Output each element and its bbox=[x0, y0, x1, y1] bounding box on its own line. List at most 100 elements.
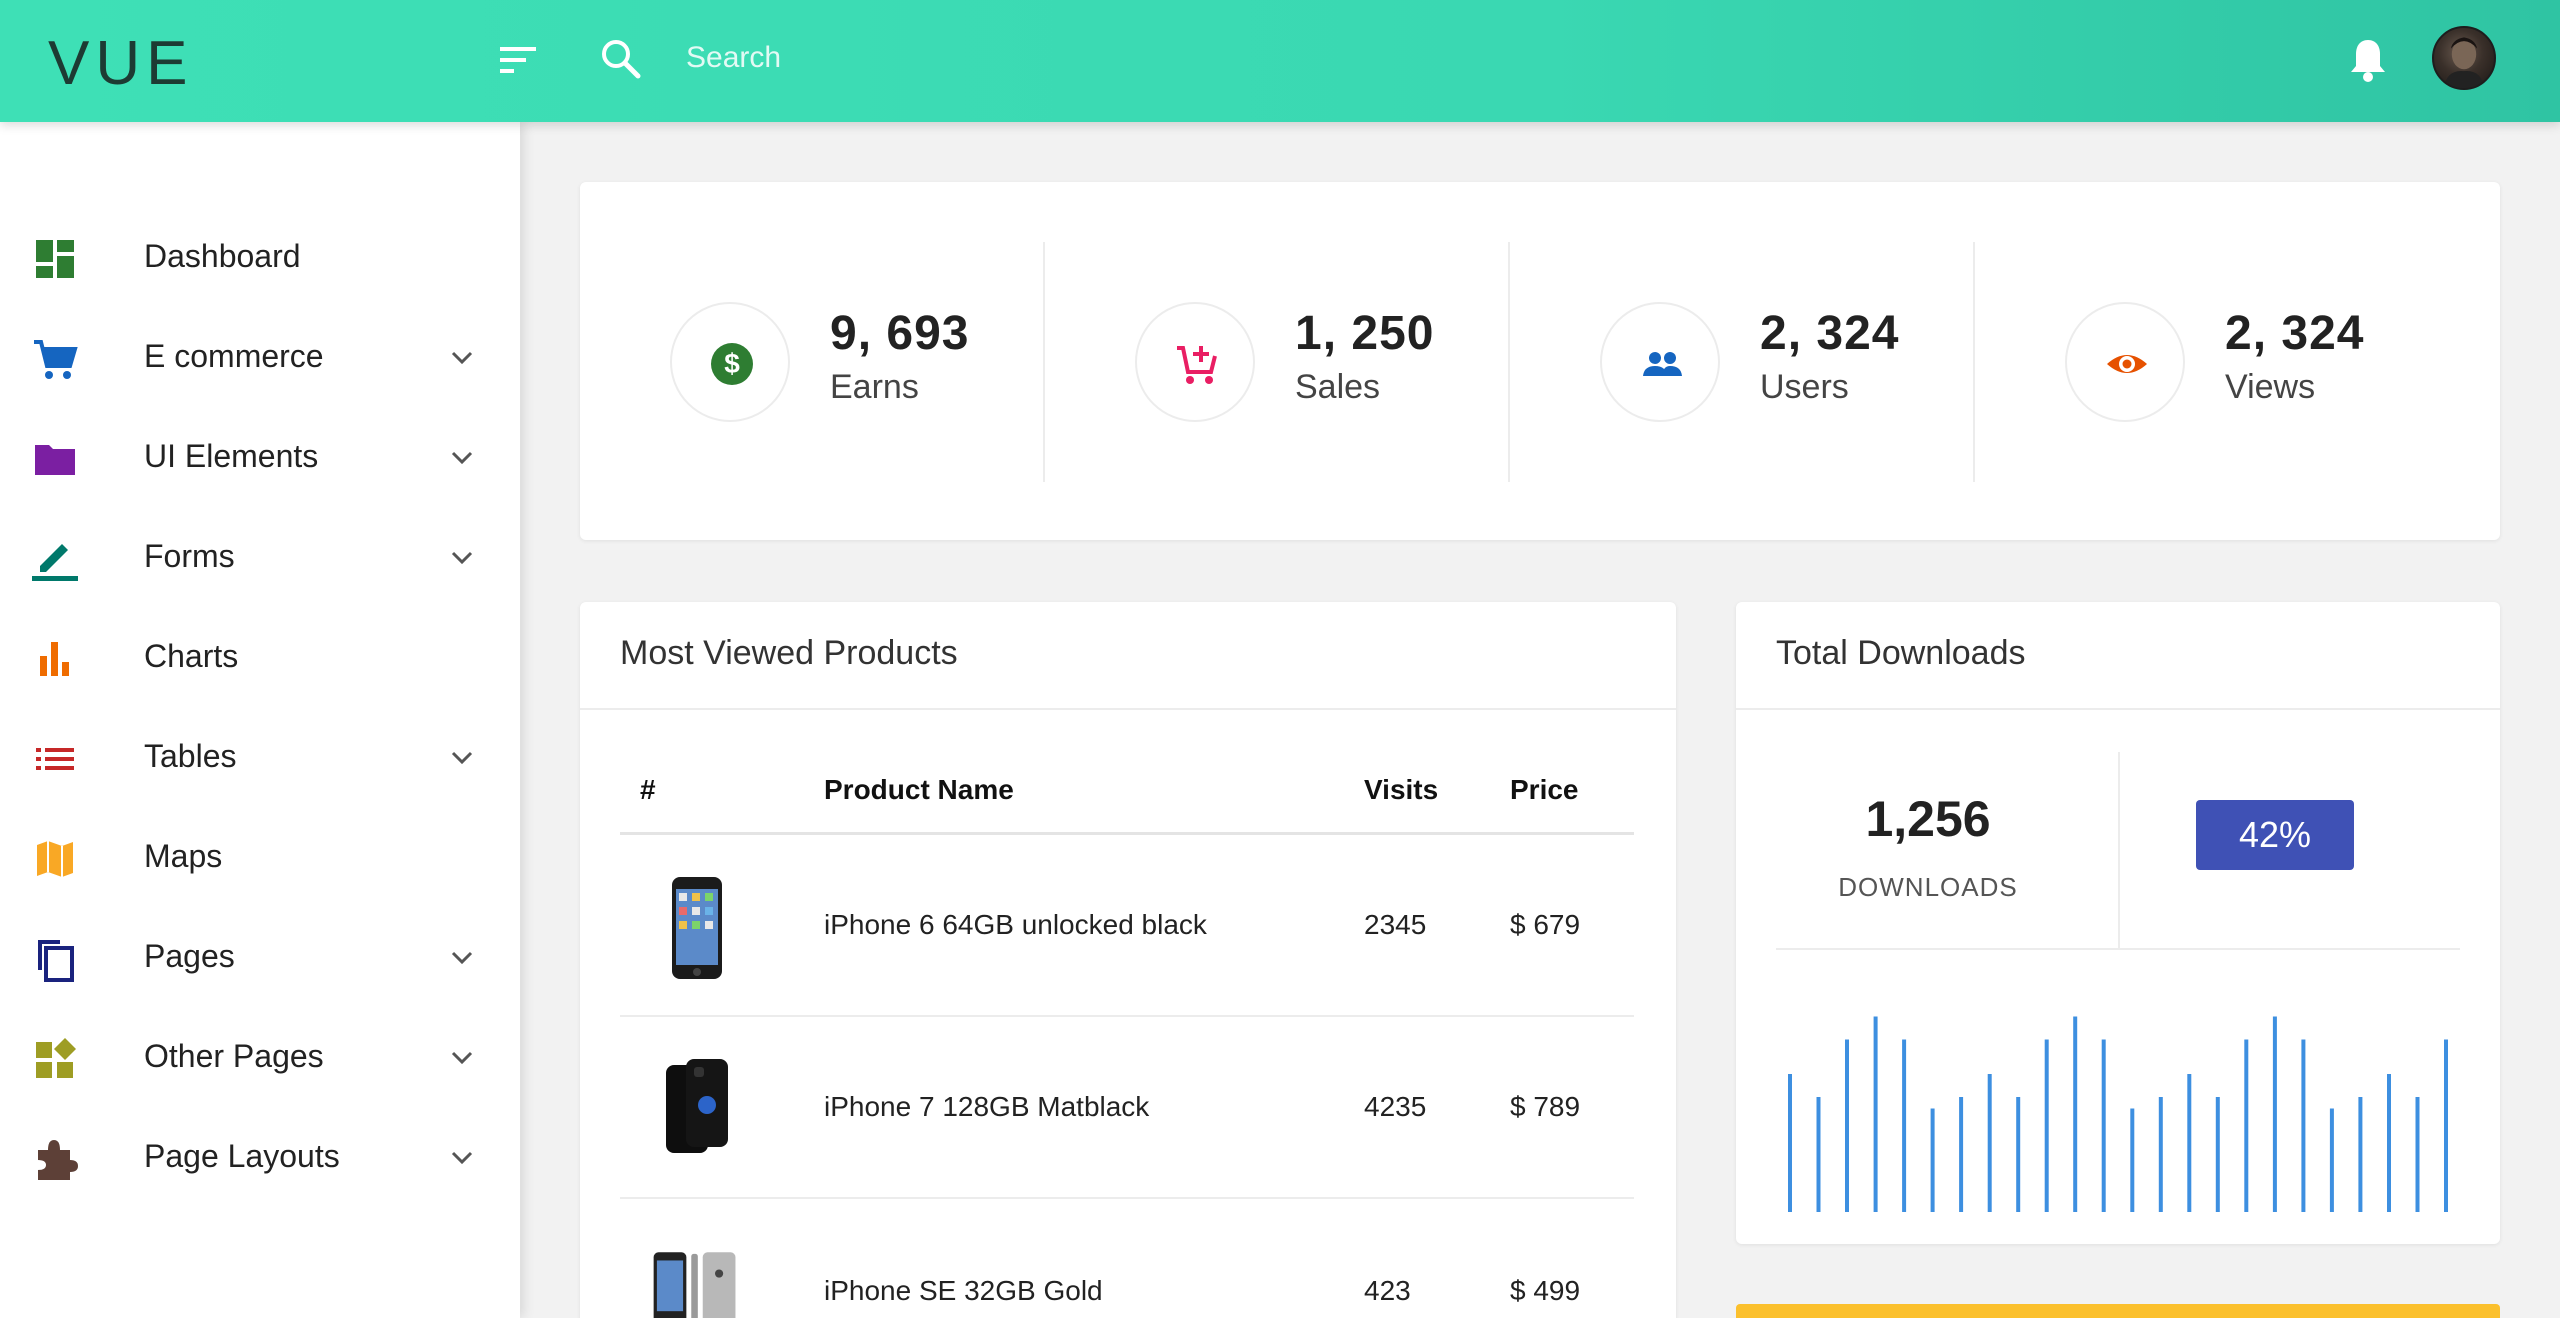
card-title: Most Viewed Products bbox=[620, 634, 958, 672]
cart-icon bbox=[34, 340, 78, 379]
user-avatar[interactable] bbox=[2432, 26, 2496, 90]
chart-bar bbox=[2387, 1074, 2391, 1212]
chart-bar bbox=[1930, 1108, 1935, 1212]
stat-value: 9, 693 bbox=[830, 307, 970, 360]
stat-earns: $ 9, 693 Earns bbox=[580, 242, 1045, 482]
sidebar-item-ecommerce[interactable]: E commerce bbox=[0, 308, 520, 408]
sidebar-item-maps[interactable]: Maps bbox=[0, 808, 520, 908]
most-viewed-products-card: Most Viewed Products # Product Name Visi… bbox=[580, 602, 1676, 1318]
stat-icon-circle bbox=[1600, 302, 1720, 422]
sidebar: Dashboard E commerce UI Elements Forms C… bbox=[0, 122, 520, 1318]
chart-bar bbox=[1959, 1097, 1964, 1212]
pages-icon bbox=[38, 940, 74, 982]
product-price: $ 499 bbox=[1510, 1275, 1581, 1306]
product-visits: 423 bbox=[1364, 1275, 1411, 1306]
chart-bar bbox=[2272, 1016, 2277, 1212]
sidebar-item-forms[interactable]: Forms bbox=[0, 508, 520, 608]
column-header-index[interactable]: # bbox=[640, 774, 656, 806]
sidebar-item-label: Dashboard bbox=[144, 238, 301, 274]
chart-bar bbox=[2244, 1039, 2249, 1212]
chevron-down-icon bbox=[451, 1051, 473, 1065]
chart-bar bbox=[2044, 1039, 2049, 1212]
iphone-se-image bbox=[653, 1252, 736, 1318]
vue-logo[interactable]: VUE bbox=[48, 26, 228, 96]
stat-value: 2, 324 bbox=[2225, 307, 2365, 360]
list-icon bbox=[36, 748, 74, 770]
divider bbox=[1736, 708, 2500, 710]
column-header-price[interactable]: Price bbox=[1510, 774, 1579, 806]
stat-label: Views bbox=[2225, 368, 2316, 406]
iphone-6-image bbox=[672, 877, 722, 979]
chevron-down-icon bbox=[451, 451, 473, 465]
chart-bar bbox=[2101, 1039, 2106, 1212]
eye-icon bbox=[2107, 355, 2147, 373]
sidebar-item-dashboard[interactable]: Dashboard bbox=[0, 208, 520, 308]
total-downloads-card: Total Downloads 1,256 DOWNLOADS 42% bbox=[1736, 602, 2500, 1244]
puzzle-icon bbox=[38, 1140, 78, 1180]
sidebar-item-pages[interactable]: Pages bbox=[0, 908, 520, 1008]
table-row[interactable]: iPhone 7 128GB Matblack 4235 $ 789 bbox=[620, 1017, 1634, 1199]
downloads-label: DOWNLOADS bbox=[1838, 872, 2018, 902]
stat-icon-circle bbox=[1135, 302, 1255, 422]
chart-bar bbox=[2444, 1039, 2448, 1212]
map-icon bbox=[37, 841, 73, 877]
table-row[interactable]: iPhone SE 32GB Gold 423 $ 499 bbox=[620, 1199, 1634, 1318]
pencil-icon bbox=[32, 544, 78, 581]
sidebar-item-ui-elements[interactable]: UI Elements bbox=[0, 408, 520, 508]
chevron-down-icon bbox=[451, 751, 473, 765]
product-name: iPhone 6 64GB unlocked black bbox=[824, 909, 1207, 940]
chart-bar bbox=[2073, 1016, 2078, 1212]
stat-value: 1, 250 bbox=[1295, 307, 1435, 360]
chevron-down-icon bbox=[451, 351, 473, 365]
product-price: $ 789 bbox=[1510, 1091, 1581, 1122]
chart-bar bbox=[1816, 1097, 1821, 1212]
sidebar-item-other-pages[interactable]: Other Pages bbox=[0, 1008, 520, 1108]
widgets-icon bbox=[36, 1038, 76, 1078]
next-card-edge bbox=[1736, 1304, 2500, 1318]
column-header-visits[interactable]: Visits bbox=[1364, 774, 1438, 806]
top-app-bar: VUE bbox=[0, 0, 2560, 122]
sidebar-item-label: Page Layouts bbox=[144, 1138, 340, 1174]
sidebar-item-label: Forms bbox=[144, 538, 235, 574]
stat-label: Sales bbox=[1295, 368, 1381, 406]
people-icon bbox=[1643, 352, 1682, 376]
downloads-percent-badge: 42% bbox=[2196, 800, 2354, 870]
table-row[interactable]: iPhone 6 64GB unlocked black 2345 $ 679 bbox=[620, 835, 1634, 1017]
sidebar-item-label: E commerce bbox=[144, 338, 324, 374]
stat-icon-circle bbox=[2065, 302, 2185, 422]
iphone-7-image bbox=[666, 1059, 728, 1153]
product-visits: 4235 bbox=[1364, 1091, 1427, 1122]
sidebar-item-label: UI Elements bbox=[144, 438, 319, 474]
sidebar-item-label: Pages bbox=[144, 938, 235, 974]
stat-label: Users bbox=[1760, 368, 1849, 406]
svg-text:$: $ bbox=[724, 348, 740, 379]
svg-text:VUE: VUE bbox=[48, 29, 193, 96]
chart-bar bbox=[1902, 1039, 1907, 1212]
stat-icon-circle: $ bbox=[670, 302, 790, 422]
chevron-down-icon bbox=[451, 1151, 473, 1165]
chart-bar bbox=[2130, 1108, 2135, 1212]
notification-bell-icon[interactable] bbox=[2346, 36, 2390, 84]
folder-icon bbox=[35, 445, 75, 475]
downloads-count: 1,256 bbox=[1865, 791, 1991, 847]
menu-toggle-icon[interactable] bbox=[496, 40, 542, 80]
stat-views: 2, 324 Views bbox=[1975, 242, 2440, 482]
chart-bar bbox=[1788, 1074, 1792, 1212]
divider bbox=[1776, 948, 2460, 950]
divider bbox=[2118, 752, 2120, 948]
downloads-bar-chart bbox=[1788, 1016, 2448, 1212]
divider bbox=[580, 708, 1676, 710]
sidebar-item-page-layouts[interactable]: Page Layouts bbox=[0, 1108, 520, 1208]
sidebar-item-label: Tables bbox=[144, 738, 237, 774]
chart-bar bbox=[2415, 1097, 2420, 1212]
chart-bar bbox=[1873, 1016, 1878, 1212]
column-header-product-name[interactable]: Product Name bbox=[824, 774, 1014, 806]
sidebar-item-tables[interactable]: Tables bbox=[0, 708, 520, 808]
search-input[interactable] bbox=[686, 30, 1586, 86]
sidebar-item-charts[interactable]: Charts bbox=[0, 608, 520, 708]
search-icon[interactable] bbox=[598, 36, 644, 82]
add-cart-icon bbox=[1177, 346, 1217, 384]
chart-bar bbox=[2329, 1108, 2334, 1212]
chart-bar bbox=[1845, 1039, 1849, 1212]
chevron-down-icon bbox=[451, 551, 473, 565]
